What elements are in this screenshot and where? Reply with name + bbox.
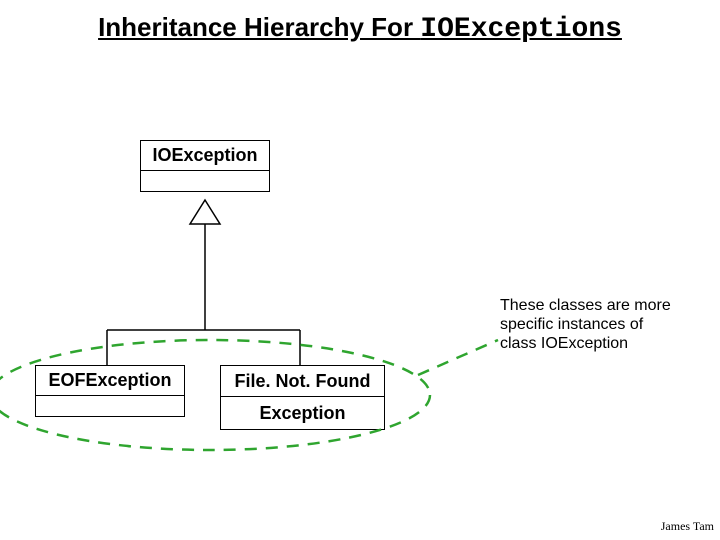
title-text-2: IOExceptions [420, 14, 622, 45]
note-line3: class IOException [500, 334, 700, 353]
title-text-1: Inheritance Hierarchy For [98, 12, 420, 42]
author-label: James Tam [661, 519, 714, 534]
class-box-filenotfound: File. Not. Found Exception [220, 365, 385, 430]
class-box-eofexception: EOFException [35, 365, 185, 417]
class-name-filenotfound-line2: Exception [221, 396, 384, 429]
class-name-ioexception: IOException [141, 141, 269, 171]
diagram-connectors [0, 0, 720, 540]
note-line1: These classes are more [500, 296, 700, 315]
class-box-ioexception: IOException [140, 140, 270, 192]
class-name-filenotfound-line1: File. Not. Found [221, 366, 384, 396]
class-body-eofexception [36, 396, 184, 416]
note-text: These classes are more specific instance… [500, 296, 700, 354]
inheritance-arrowhead-icon [190, 200, 220, 224]
note-line2: specific instances of [500, 315, 700, 334]
highlight-leader-line [418, 340, 498, 375]
class-name-eofexception: EOFException [36, 366, 184, 396]
page-title: Inheritance Hierarchy For IOExceptions [0, 12, 720, 45]
class-body-ioexception [141, 171, 269, 191]
